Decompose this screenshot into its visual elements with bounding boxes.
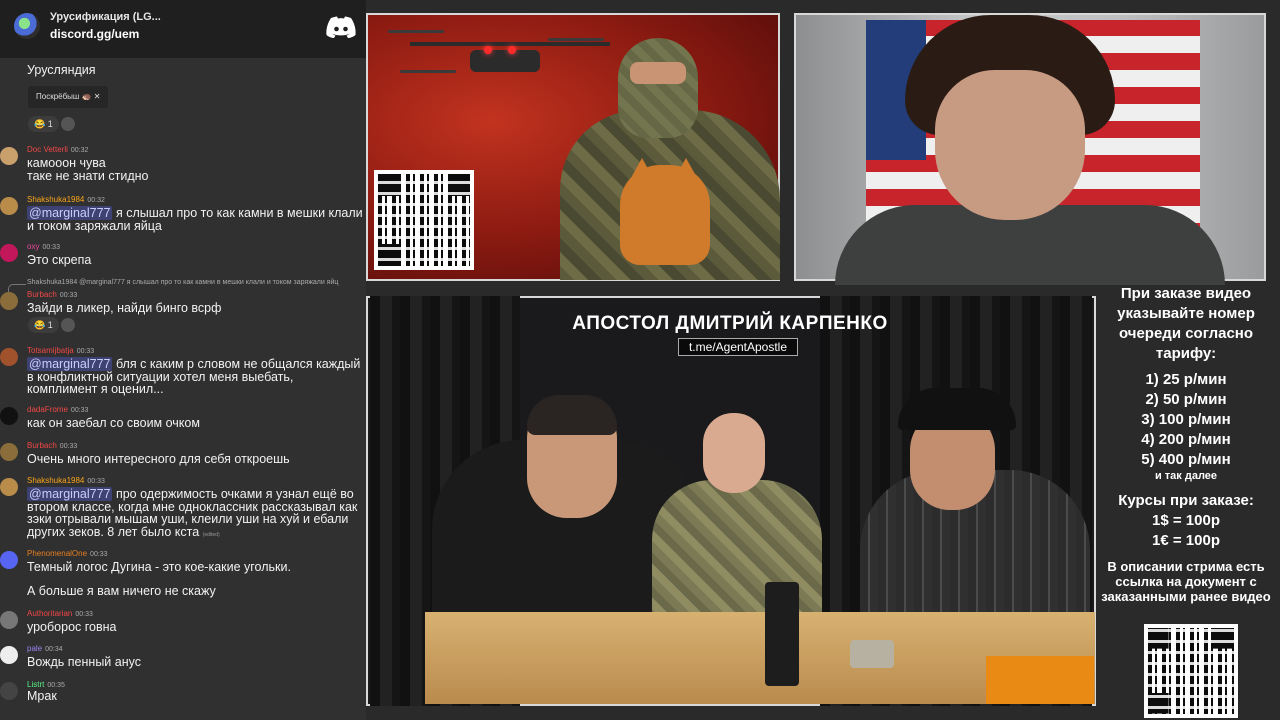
message-username[interactable]: Totsamijbatja 00:33 (27, 346, 94, 355)
person-left-hair (527, 395, 617, 435)
message-text: камооон чува таке не знати стидно (27, 156, 149, 183)
drone-light (508, 46, 516, 54)
drone-propeller (400, 70, 456, 73)
qr-pattern (378, 174, 470, 266)
person-right-cap (898, 388, 1016, 430)
message-username[interactable]: Listrt 00:35 (27, 680, 65, 689)
tariff-etc: и так далее (1154, 470, 1218, 482)
message-username[interactable]: Shakshuka1984 00:32 (27, 195, 105, 204)
avatar[interactable] (0, 611, 18, 629)
qr-code-icon[interactable] (374, 170, 474, 270)
chat-header: Урусификация (LG... discord.gg/uem (0, 0, 366, 58)
discord-logo-icon (326, 16, 356, 38)
server-icon[interactable] (14, 13, 40, 39)
message-text: @marginal777 я слышал про то как камни в… (27, 206, 363, 233)
tariff-item: 3) 100 р/мин (1141, 411, 1231, 428)
message-text: Мрак (27, 689, 57, 703)
streamer-face (935, 70, 1085, 220)
message-username[interactable]: oxy 00:33 (27, 242, 60, 251)
cat-figure (620, 165, 710, 265)
reaction-laugh[interactable]: 😂 1 (28, 317, 59, 333)
video-title: АПОСТОЛ ДМИТРИЙ КАРПЕНКО (572, 313, 888, 334)
message-username[interactable]: Burbach 00:33 (27, 290, 77, 299)
qr-code-icon[interactable] (1144, 624, 1238, 718)
message-username[interactable]: PhenomenalOne 00:33 (27, 549, 108, 558)
orange-box (986, 656, 1094, 704)
avatar[interactable] (0, 244, 18, 262)
message-username[interactable]: dadaFrome 00:33 (27, 405, 88, 414)
message-text: Это скрепа (27, 253, 92, 267)
rate-item: 1€ = 100р (1152, 532, 1220, 549)
message-username[interactable]: Authoritarian 00:33 (27, 609, 93, 618)
tariff-item: 5) 400 р/мин (1141, 451, 1231, 468)
add-reaction-icon[interactable] (61, 318, 75, 332)
drone-propeller (548, 38, 604, 41)
add-reaction-icon[interactable] (61, 117, 75, 131)
message-text: уроборос говна (27, 620, 117, 634)
soldier-head (618, 38, 698, 138)
avatar[interactable] (0, 407, 18, 425)
info-footer: В описании стрима есть ссылка на докумен… (1101, 559, 1271, 604)
avatar[interactable] (0, 197, 18, 215)
info-header: При заказе видео указывайте номер очеред… (1117, 285, 1255, 362)
reply-connector (8, 284, 26, 292)
server-invite-link[interactable]: discord.gg/uem (50, 27, 139, 41)
message-text: как он заебал со своим очком (27, 416, 200, 430)
drone-icon (470, 50, 540, 72)
message-text: Темный логос Дугина - это кое-какие угол… (27, 560, 291, 574)
chat-panel: Урусификация (LG... discord.gg/uem Урусл… (0, 0, 366, 720)
message-text: @marginal777 про одержимость очками я уз… (27, 487, 358, 539)
phone (850, 640, 894, 668)
drone-light (484, 46, 492, 54)
channel-chip[interactable]: Поскрёбыш 🦔 ✕ (28, 86, 109, 108)
reply-preview[interactable]: Shakshuka1984 @marginal777 я слышал про … (27, 279, 338, 286)
stream-overlay: Урусификация (LG... discord.gg/uem Урусл… (0, 0, 1280, 720)
message-text: @marginal777 бля с каким р словом не общ… (27, 357, 361, 396)
message-username[interactable]: Doc Vetterli 00:32 (27, 145, 88, 154)
message-username[interactable]: Shakshuka1984 00:33 (27, 476, 105, 485)
message-username[interactable]: Burbach 00:33 (27, 441, 77, 450)
microphone (765, 582, 799, 686)
tariff-item: 4) 200 р/мин (1141, 431, 1231, 448)
reaction-laugh[interactable]: 😂 1 (28, 116, 59, 132)
avatar[interactable] (0, 443, 18, 461)
avatar[interactable] (0, 348, 18, 366)
avatar[interactable] (0, 682, 18, 700)
message-text: А больше я вам ничего не скажу (27, 584, 216, 598)
tariff-item: 1) 25 р/мин (1145, 371, 1227, 388)
avatar[interactable] (0, 646, 18, 664)
avatar[interactable] (0, 292, 18, 310)
message-username[interactable]: pale 00:34 (27, 644, 63, 653)
message-text: Очень много интересного для себя откроеш… (27, 452, 290, 466)
video-link[interactable]: t.me/AgentApostle (678, 338, 798, 356)
message-text: Вождь пенный анус (27, 655, 141, 669)
tariff-item: 2) 50 р/мин (1145, 391, 1227, 408)
order-info: При заказе видео указывайте номер очеред… (1100, 284, 1272, 604)
avatar[interactable] (0, 551, 18, 569)
rates-title: Курсы при заказе: (1118, 492, 1254, 509)
avatar[interactable] (0, 147, 18, 165)
qr-pattern (1148, 628, 1234, 714)
message-text: Урусляндия (27, 63, 96, 77)
rate-item: 1$ = 100р (1152, 512, 1220, 529)
drone-propeller (388, 30, 444, 33)
avatar[interactable] (0, 478, 18, 496)
server-name: Урусификация (LG... (50, 11, 161, 23)
soldier-face (630, 62, 686, 84)
person-center-head (703, 413, 765, 493)
message-text: Зайди в ликер, найди бинго всрф (27, 301, 222, 315)
